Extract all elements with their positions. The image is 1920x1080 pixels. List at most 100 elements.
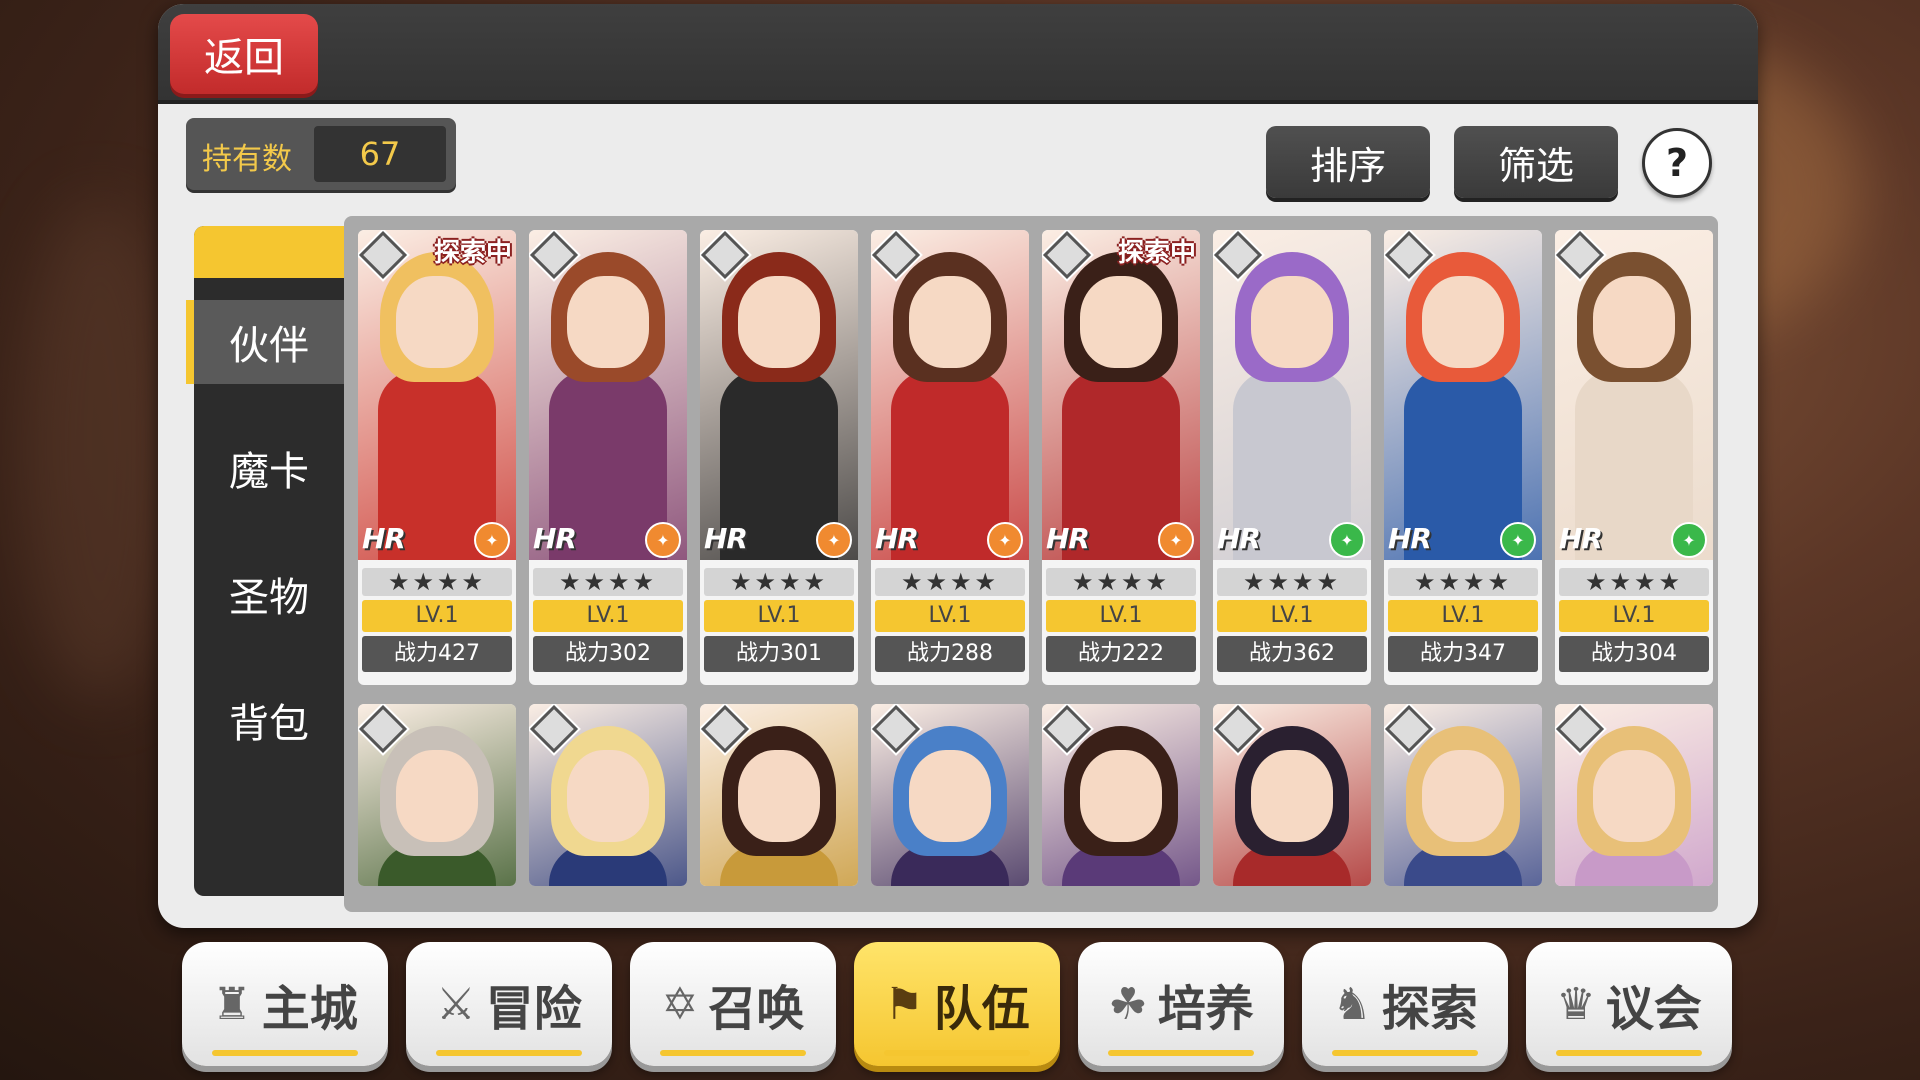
character-portrait: HR ✦: [1213, 230, 1371, 560]
star-rating: ★★★★: [704, 568, 854, 596]
power-label: 战力427: [362, 636, 512, 672]
character-portrait: [1384, 704, 1542, 886]
power-label: 战力301: [704, 636, 854, 672]
character-card[interactable]: [700, 704, 858, 886]
level-label: LV.1: [875, 600, 1025, 632]
atk-icon: ✦: [987, 522, 1023, 558]
star-rating: ★★★★: [1559, 568, 1709, 596]
character-card[interactable]: [871, 704, 1029, 886]
tab-backpack[interactable]: 背包: [194, 678, 344, 762]
nav-explore[interactable]: ♞ 探索: [1302, 942, 1508, 1066]
character-card[interactable]: 探索中 HR ✦ ★★★★ LV.1 战力222: [1042, 230, 1200, 685]
exploring-tag: 探索中: [433, 238, 512, 268]
rarity-badge: HR: [704, 522, 748, 555]
character-portrait: [1042, 704, 1200, 886]
nav-label: 召唤: [708, 981, 805, 1037]
character-grid: 探索中 HR ✦ ★★★★ LV.1 战力427 HR ✦ ★★★★ LV.1 战力302 HR ✦ ★★…: [344, 216, 1718, 912]
level-label: LV.1: [1046, 600, 1196, 632]
level-label: LV.1: [533, 600, 683, 632]
rarity-badge: HR: [533, 522, 577, 555]
character-face: [1080, 750, 1162, 842]
character-face: [1422, 276, 1504, 368]
star-rating: ★★★★: [1217, 568, 1367, 596]
shield-icon: ✦: [1500, 522, 1536, 558]
atk-icon: ✦: [645, 522, 681, 558]
character-card[interactable]: 探索中 HR ✦ ★★★★ LV.1 战力427: [358, 230, 516, 685]
character-portrait: [1555, 704, 1713, 886]
tab-magic-cards[interactable]: 魔卡: [194, 426, 344, 510]
council-icon: ♛: [1556, 978, 1596, 1030]
character-card[interactable]: [1384, 704, 1542, 886]
filter-button[interactable]: 筛选: [1454, 126, 1618, 198]
level-label: LV.1: [362, 600, 512, 632]
star-rating: ★★★★: [1046, 568, 1196, 596]
character-card[interactable]: HR ✦ ★★★★ LV.1 战力304: [1555, 230, 1713, 685]
nav-label: 议会: [1605, 981, 1702, 1037]
character-card[interactable]: [1555, 704, 1713, 886]
character-face: [396, 276, 478, 368]
nav-label: 培养: [1157, 981, 1254, 1037]
power-label: 战力302: [533, 636, 683, 672]
swords-icon: ⚔: [436, 978, 476, 1030]
nurture-icon: ☘: [1108, 978, 1148, 1030]
team-icon: ⚑: [884, 978, 924, 1030]
character-portrait: HR ✦: [529, 230, 687, 560]
character-portrait: 探索中 HR ✦: [1042, 230, 1200, 560]
power-label: 战力304: [1559, 636, 1709, 672]
power-label: 战力288: [875, 636, 1025, 672]
star-rating: ★★★★: [533, 568, 683, 596]
nav-council[interactable]: ♛ 议会: [1526, 942, 1732, 1066]
character-portrait: HR ✦: [700, 230, 858, 560]
nav-hexagram[interactable]: ✡ 召唤: [630, 942, 836, 1066]
character-card[interactable]: [1213, 704, 1371, 886]
power-label: 战力347: [1388, 636, 1538, 672]
category-sidebar: 伙伴 魔卡 圣物 背包: [186, 226, 344, 896]
nav-label: 探索: [1381, 981, 1478, 1037]
rarity-badge: HR: [875, 522, 919, 555]
sidebar-header-bar: [194, 226, 344, 278]
character-face: [567, 750, 649, 842]
nav-swords[interactable]: ⚔ 冒险: [406, 942, 612, 1066]
panel-header: [158, 4, 1758, 104]
nav-nurture[interactable]: ☘ 培养: [1078, 942, 1284, 1066]
level-label: LV.1: [1388, 600, 1538, 632]
rarity-badge: HR: [362, 522, 406, 555]
character-face: [1080, 276, 1162, 368]
character-portrait: [871, 704, 1029, 886]
explore-icon: ♞: [1332, 978, 1372, 1030]
character-portrait: 探索中 HR ✦: [358, 230, 516, 560]
nav-team[interactable]: ⚑ 队伍: [854, 942, 1060, 1066]
star-rating: ★★★★: [875, 568, 1025, 596]
character-face: [1422, 750, 1504, 842]
star-rating: ★★★★: [362, 568, 512, 596]
character-portrait: [1213, 704, 1371, 886]
character-portrait: [529, 704, 687, 886]
character-card[interactable]: HR ✦ ★★★★ LV.1 战力347: [1384, 230, 1542, 685]
tab-relics[interactable]: 圣物: [194, 552, 344, 636]
owned-count-box: 持有数 67: [186, 118, 456, 190]
character-face: [738, 276, 820, 368]
character-card[interactable]: [358, 704, 516, 886]
character-card[interactable]: [529, 704, 687, 886]
character-portrait: [700, 704, 858, 886]
character-face: [1593, 276, 1675, 368]
nav-label: 冒险: [485, 981, 582, 1037]
star-rating: ★★★★: [1388, 568, 1538, 596]
power-label: 战力222: [1046, 636, 1196, 672]
back-button[interactable]: 返回: [170, 14, 318, 94]
character-face: [567, 276, 649, 368]
character-card[interactable]: HR ✦ ★★★★ LV.1 战力362: [1213, 230, 1371, 685]
hexagram-icon: ✡: [661, 978, 699, 1030]
sort-button[interactable]: 排序: [1266, 126, 1430, 198]
owned-count-value: 67: [314, 126, 446, 182]
character-card[interactable]: HR ✦ ★★★★ LV.1 战力301: [700, 230, 858, 685]
help-button[interactable]: ?: [1642, 128, 1712, 198]
nav-castle[interactable]: ♜ 主城: [182, 942, 388, 1066]
character-card[interactable]: HR ✦ ★★★★ LV.1 战力288: [871, 230, 1029, 685]
rarity-badge: HR: [1217, 522, 1261, 555]
character-card[interactable]: HR ✦ ★★★★ LV.1 战力302: [529, 230, 687, 685]
character-card[interactable]: [1042, 704, 1200, 886]
background-glow: [20, 200, 180, 700]
tab-partners[interactable]: 伙伴: [186, 300, 344, 384]
heal-icon: ✦: [1158, 522, 1194, 558]
